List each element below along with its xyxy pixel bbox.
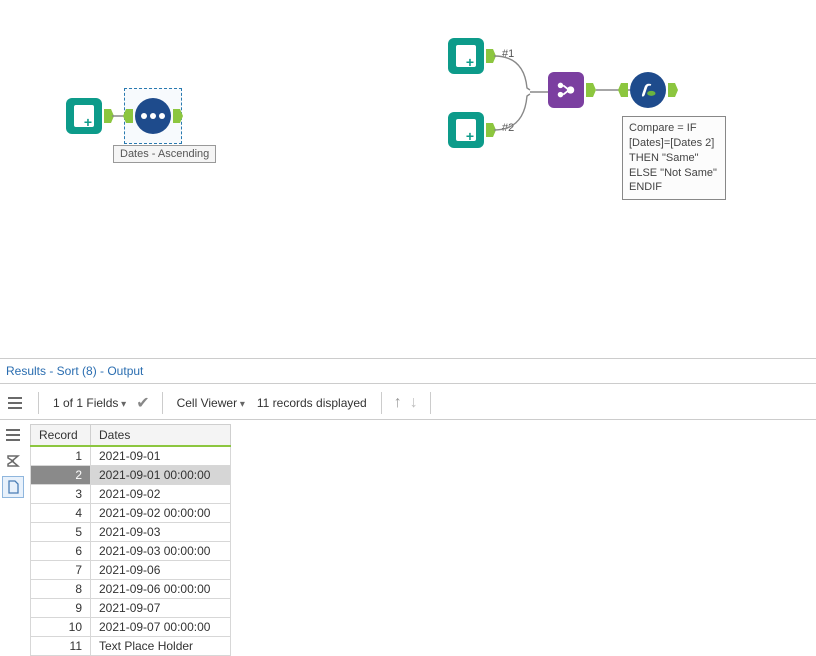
dates-cell[interactable]: 2021-09-03 00:00:00 — [91, 542, 231, 561]
output-anchor[interactable] — [586, 83, 596, 97]
table-row[interactable]: 92021-09-07 — [31, 599, 231, 618]
dates-cell[interactable]: 2021-09-07 — [91, 599, 231, 618]
formula-tool[interactable] — [630, 72, 666, 108]
input-data-tool-3[interactable] — [448, 112, 484, 148]
arrow-down-icon[interactable]: ↓ — [410, 394, 418, 412]
column-header-record[interactable]: Record — [31, 425, 91, 447]
record-number-cell[interactable]: 10 — [31, 618, 91, 637]
dates-cell[interactable]: 2021-09-07 00:00:00 — [91, 618, 231, 637]
record-number-cell[interactable]: 6 — [31, 542, 91, 561]
input-data-tool-2[interactable] — [448, 38, 484, 74]
check-icon[interactable]: ✔ — [136, 393, 149, 413]
record-number-cell[interactable]: 9 — [31, 599, 91, 618]
column-header-dates[interactable]: Dates — [91, 425, 231, 447]
record-number-cell[interactable]: 3 — [31, 485, 91, 504]
sort-tool[interactable] — [135, 98, 171, 134]
record-number-cell[interactable]: 2 — [31, 466, 91, 485]
table-row[interactable]: 52021-09-03 — [31, 523, 231, 542]
table-row[interactable]: 32021-09-02 — [31, 485, 231, 504]
dates-cell[interactable]: Text Place Holder — [91, 637, 231, 656]
sort-tool-label: Dates - Ascending — [113, 145, 216, 163]
results-side-toolbar — [2, 424, 26, 498]
input-data-tool-1[interactable] — [66, 98, 102, 134]
table-row[interactable]: 102021-09-07 00:00:00 — [31, 618, 231, 637]
output-anchor[interactable] — [668, 83, 678, 97]
dates-cell[interactable]: 2021-09-03 — [91, 523, 231, 542]
formula-annotation: Compare = IF [Dates]=[Dates 2] THEN "Sam… — [622, 116, 726, 200]
dates-cell[interactable]: 2021-09-06 00:00:00 — [91, 580, 231, 599]
record-number-cell[interactable]: 5 — [31, 523, 91, 542]
fields-dropdown[interactable]: 1 of 1 Fields — [51, 396, 128, 410]
results-toolbar: 1 of 1 Fields ✔ Cell Viewer 11 records d… — [0, 386, 816, 420]
join-multiple-tool[interactable] — [548, 72, 584, 108]
view-list-icon[interactable] — [2, 424, 24, 446]
results-title[interactable]: Results - Sort (8) - Output — [0, 358, 816, 384]
table-row[interactable]: 72021-09-06 — [31, 561, 231, 580]
dates-cell[interactable]: 2021-09-02 00:00:00 — [91, 504, 231, 523]
table-row[interactable]: 11Text Place Holder — [31, 637, 231, 656]
record-number-cell[interactable]: 4 — [31, 504, 91, 523]
metadata-toggle-icon[interactable] — [4, 392, 26, 414]
record-number-cell[interactable]: 1 — [31, 446, 91, 466]
table-row[interactable]: 42021-09-02 00:00:00 — [31, 504, 231, 523]
arrow-up-icon[interactable]: ↑ — [394, 394, 402, 412]
table-row[interactable]: 22021-09-01 00:00:00 — [31, 466, 231, 485]
records-count-label: 11 records displayed — [255, 396, 369, 410]
table-row[interactable]: 62021-09-03 00:00:00 — [31, 542, 231, 561]
record-number-cell[interactable]: 8 — [31, 580, 91, 599]
workflow-canvas[interactable]: Dates - Ascending #1 #2 C — [0, 0, 816, 355]
page-icon[interactable] — [2, 476, 24, 498]
dates-cell[interactable]: 2021-09-01 00:00:00 — [91, 466, 231, 485]
results-grid[interactable]: Record Dates 12021-09-0122021-09-01 00:0… — [30, 424, 231, 656]
table-row[interactable]: 12021-09-01 — [31, 446, 231, 466]
dates-cell[interactable]: 2021-09-06 — [91, 561, 231, 580]
dates-cell[interactable]: 2021-09-01 — [91, 446, 231, 466]
dates-cell[interactable]: 2021-09-02 — [91, 485, 231, 504]
sigma-icon[interactable] — [2, 450, 24, 472]
record-number-cell[interactable]: 11 — [31, 637, 91, 656]
record-number-cell[interactable]: 7 — [31, 561, 91, 580]
cell-viewer-dropdown[interactable]: Cell Viewer — [175, 396, 247, 410]
table-row[interactable]: 82021-09-06 00:00:00 — [31, 580, 231, 599]
